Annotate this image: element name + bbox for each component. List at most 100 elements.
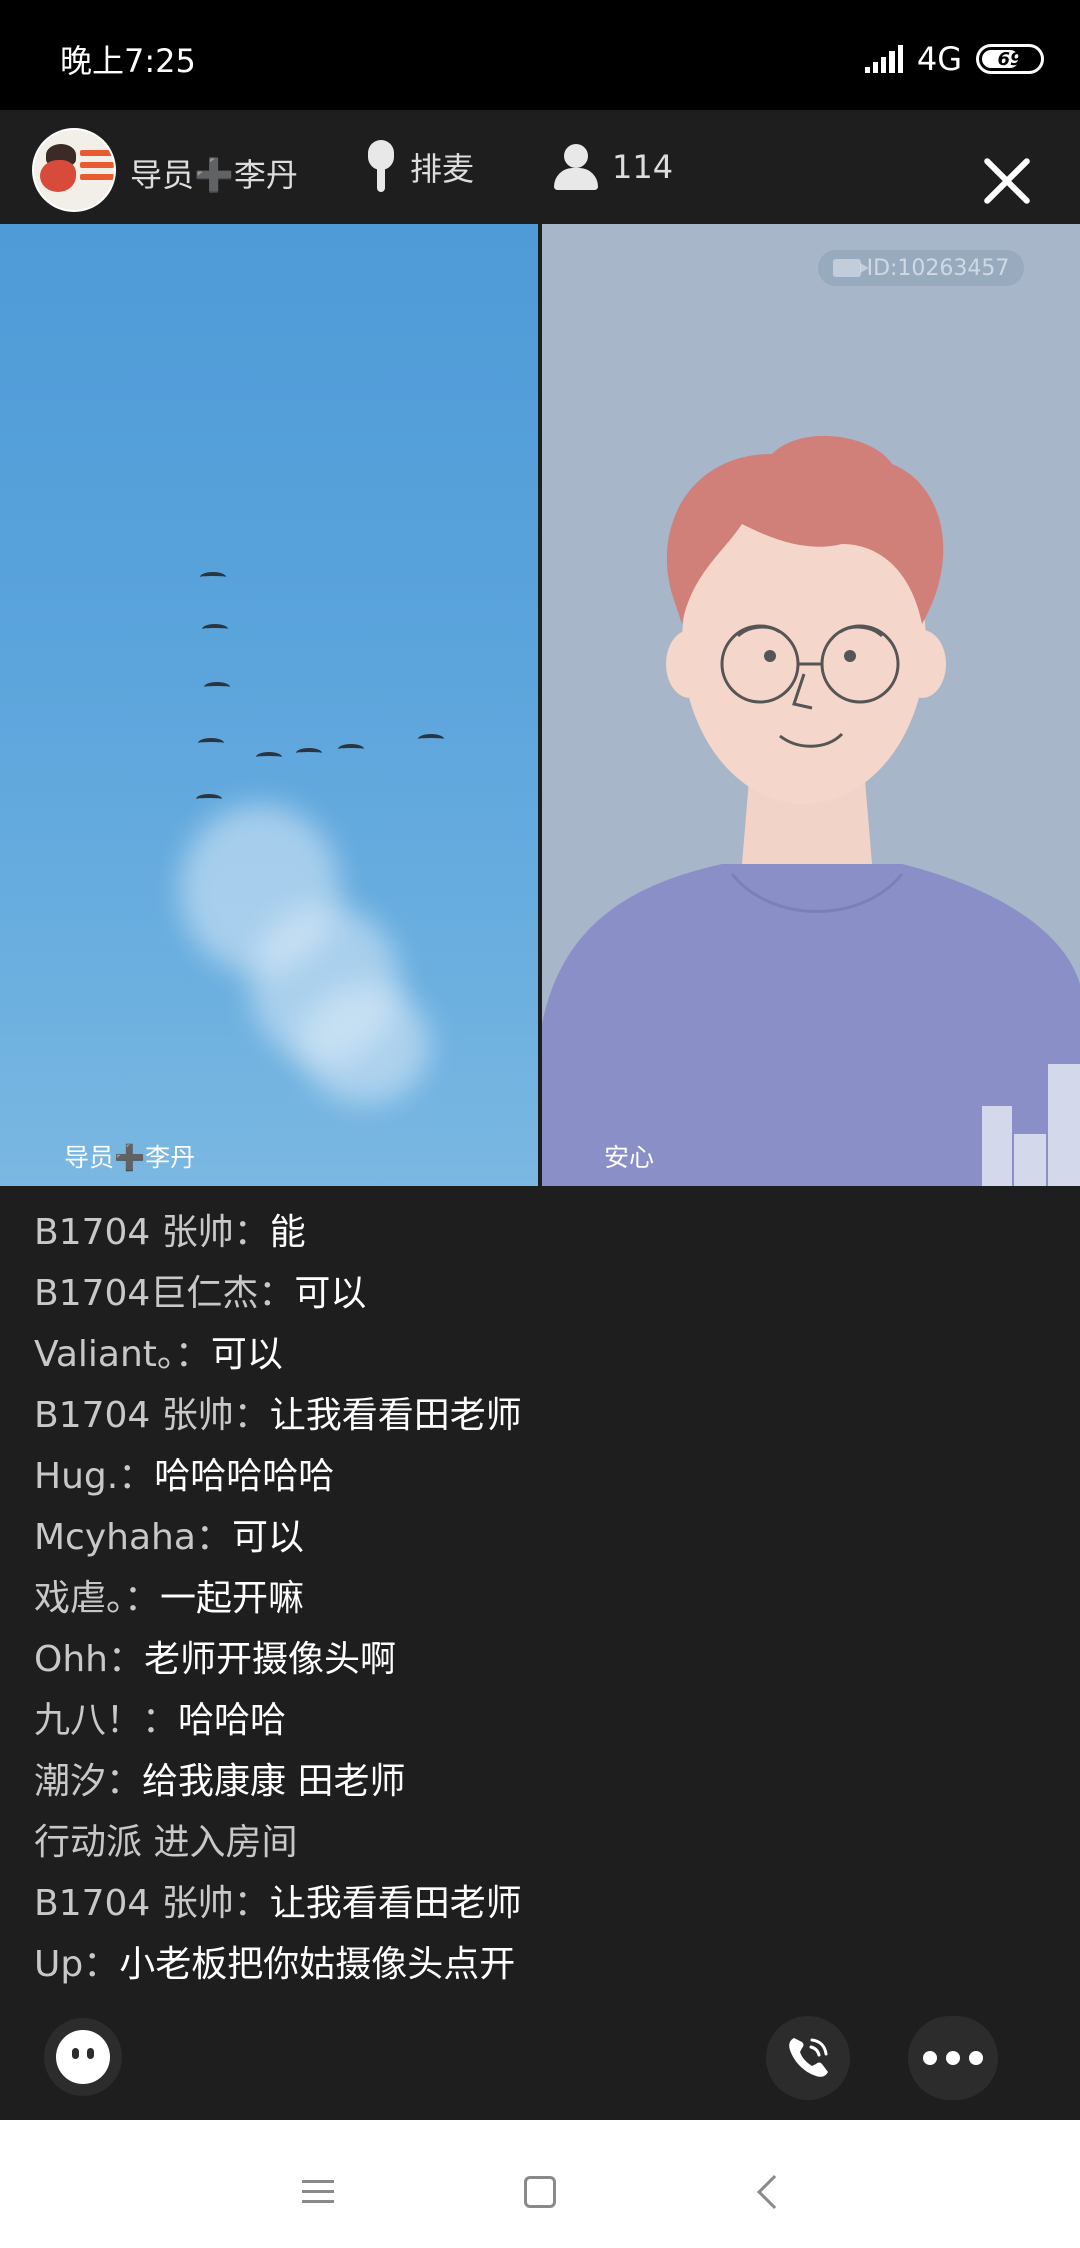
chat-message: Hug.：哈哈哈哈哈 (34, 1446, 522, 1507)
chat-separator: ： (106, 1761, 143, 1802)
chat-message: Ohh：老师开摄像头啊 (34, 1629, 522, 1690)
mic-queue-label: 排麦 (410, 150, 475, 188)
back-icon[interactable] (757, 2175, 791, 2209)
chat-separator: ： (258, 1273, 295, 1314)
status-time: 晚上7:25 (60, 42, 196, 80)
chat-sender: Up (34, 1944, 84, 1985)
bird (418, 732, 444, 742)
chat-text: 哈哈哈哈哈 (154, 1456, 335, 1497)
avatar-illustration (542, 435, 1080, 1186)
chat-list: B1704 张帅：能 B1704巨仁杰：可以 Valiant。：可以 B1704… (34, 1202, 522, 1995)
close-icon[interactable] (980, 154, 1036, 210)
chat-sender: B1704巨仁杰 (34, 1273, 259, 1314)
signal-icon (864, 45, 903, 73)
chat-sender: Hug. (34, 1456, 119, 1497)
battery-level: 69 (997, 48, 1023, 70)
chat-separator: ： (142, 1700, 179, 1741)
chat-message: Mcyhaha：可以 (34, 1507, 522, 1568)
menu-icon[interactable] (302, 2180, 334, 2204)
bird (200, 570, 226, 580)
host-name[interactable]: 导员➕李丹 (130, 150, 298, 196)
chat-system-message: 行动派 进入房间 (34, 1822, 298, 1863)
bird (256, 750, 282, 760)
bird (196, 792, 222, 802)
chat-separator: ： (233, 1395, 270, 1436)
system-navigation-bar (0, 2120, 1080, 2248)
room-id-badge: ID:10263457 (818, 250, 1024, 286)
host-avatar[interactable] (32, 128, 116, 212)
chat-sender: B1704 张帅 (34, 1395, 234, 1436)
chat-text: 给我康康 田老师 (142, 1761, 406, 1802)
room-id: ID:10263457 (866, 255, 1010, 281)
chat-text: 可以 (294, 1273, 367, 1314)
chat-sender: B1704 张帅 (34, 1883, 234, 1924)
chat-sender: Ohh (34, 1639, 108, 1680)
chat-separator: ： (124, 1578, 161, 1619)
phone-call-icon (789, 2038, 828, 2077)
bird (204, 680, 230, 690)
chat-message: B1704 张帅：能 (34, 1202, 522, 1263)
chat-text: 小老板把你姑摄像头点开 (119, 1944, 516, 1985)
chat-message: B1704巨仁杰：可以 (34, 1263, 522, 1324)
chat-sender: Mcyhaha (34, 1517, 196, 1558)
chat-separator: ： (195, 1517, 232, 1558)
chat-text: 哈哈哈 (178, 1700, 287, 1741)
video-camera-icon (832, 259, 869, 277)
chat-message: B1704 张帅：让我看看田老师 (34, 1873, 522, 1934)
chat-sender: 戏虐。 (34, 1578, 125, 1619)
more-dot (969, 2051, 983, 2065)
chat-separator: ： (233, 1212, 270, 1253)
battery-icon: 69 (976, 44, 1044, 74)
home-icon[interactable] (524, 2176, 556, 2208)
audience-count-button[interactable]: 114 (554, 136, 673, 198)
bird (338, 742, 364, 752)
emoji-button[interactable] (44, 2018, 122, 2096)
chat-message: B1704 张帅：让我看看田老师 (34, 1385, 522, 1446)
call-button[interactable] (766, 2016, 850, 2100)
video-label-host: 导员➕李丹 (64, 1143, 196, 1172)
chat-message: Valiant。：可以 (34, 1324, 522, 1385)
chat-text: 让我看看田老师 (269, 1883, 522, 1924)
chat-message: 戏虐。：一起开嘛 (34, 1568, 522, 1629)
chat-area: B1704 张帅：能 B1704巨仁杰：可以 Valiant。：可以 B1704… (0, 1186, 1080, 2120)
chat-separator: ： (233, 1883, 270, 1924)
chat-message: Up：小老板把你姑摄像头点开 (34, 1934, 522, 1995)
video-label-guest: 安心 (604, 1143, 655, 1172)
more-dot (946, 2051, 960, 2065)
person-icon (554, 144, 598, 190)
room-header: 导员➕李丹 排麦 114 (0, 110, 1080, 224)
chat-sender: B1704 张帅 (34, 1212, 234, 1253)
chat-separator: ： (107, 1639, 144, 1680)
avatar-figure (40, 160, 76, 192)
chat-text: 一起开嘛 (160, 1578, 305, 1619)
chat-sender: 九八！ (34, 1700, 143, 1741)
video-guest[interactable] (542, 224, 1080, 1186)
chat-separator: ： (83, 1944, 120, 1985)
chat-message: 潮汐：给我康康 田老师 (34, 1751, 522, 1812)
chat-text: 可以 (231, 1517, 304, 1558)
mic-queue-button[interactable]: 排麦 (366, 136, 474, 198)
more-dot (923, 2051, 937, 2065)
chat-message: 九八！：哈哈哈 (34, 1690, 522, 1751)
video-host[interactable] (0, 224, 538, 1186)
chat-sender: Valiant。 (34, 1334, 175, 1375)
chat-text: 老师开摄像头啊 (143, 1639, 396, 1680)
chat-sender: 潮汐 (34, 1761, 107, 1802)
volume-bars (982, 1064, 1080, 1186)
emoji-icon (56, 2030, 110, 2084)
chat-separator: ： (118, 1456, 155, 1497)
status-bar: 晚上7:25 4G 69 (0, 0, 1080, 110)
bird (198, 736, 224, 746)
bird (296, 746, 322, 756)
cloud (300, 984, 430, 1104)
network-label: 4G (916, 40, 962, 78)
chat-text: 能 (269, 1212, 306, 1253)
audience-count: 114 (612, 148, 674, 186)
bird (202, 622, 228, 632)
avatar-poster-text (80, 150, 114, 156)
chat-text: 让我看看田老师 (269, 1395, 522, 1436)
chat-separator: ： (174, 1334, 211, 1375)
more-options-button[interactable] (908, 2016, 998, 2100)
chat-text: 可以 (210, 1334, 283, 1375)
status-indicators: 4G 69 (864, 40, 1044, 78)
